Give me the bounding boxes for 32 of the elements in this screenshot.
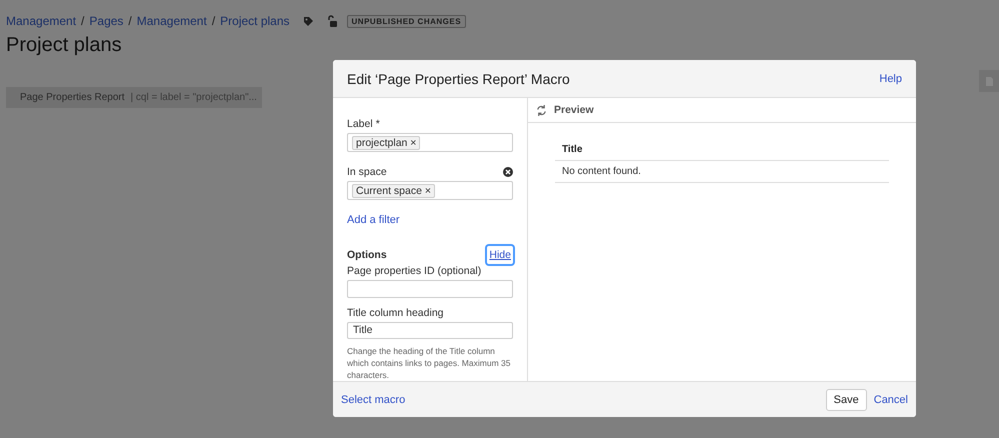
tag-icon[interactable]: [302, 16, 314, 26]
add-filter-link[interactable]: Add a filter: [347, 214, 513, 226]
dialog-title: Edit ‘Page Properties Report’ Macro: [347, 70, 570, 86]
page-title: Project plans: [6, 34, 123, 57]
tag-input-field[interactable]: Current space ×: [347, 181, 513, 200]
options-heading: Options: [347, 249, 387, 262]
breadcrumb-separator: /: [128, 14, 132, 28]
text-input-field[interactable]: Title: [347, 322, 513, 339]
empty-message: No content found.: [555, 160, 889, 182]
help-link[interactable]: Help: [879, 72, 902, 84]
unlock-icon[interactable]: [326, 15, 338, 27]
macro-name: Page Properties Report: [20, 92, 125, 103]
field-label: Page properties ID (optional): [347, 265, 482, 278]
field-hint: Change the heading of the Title column which contains links to pages. Maximum 35 characters.: [347, 345, 512, 381]
clear-icon[interactable]: [503, 167, 513, 178]
tag-input-field[interactable]: projectplan ×: [347, 133, 513, 152]
field-label: Label *: [347, 118, 380, 130]
refresh-icon[interactable]: [536, 104, 547, 116]
save-button[interactable]: Save: [826, 388, 867, 410]
tag-chip[interactable]: projectplan ×: [352, 136, 420, 150]
text-input-field[interactable]: [347, 280, 513, 298]
column-header: Title: [555, 139, 889, 160]
hide-link[interactable]: Hide: [487, 246, 513, 264]
cancel-link[interactable]: Cancel: [874, 394, 908, 406]
status-badge: UNPUBLISHED CHANGES: [346, 14, 466, 28]
breadcrumb-separator: /: [81, 14, 84, 28]
tag-chip[interactable]: Current space ×: [352, 184, 436, 198]
preview-heading: Preview: [554, 104, 594, 116]
select-macro-link[interactable]: Select macro: [341, 394, 406, 406]
breadcrumb-separator: /: [212, 14, 216, 28]
field-label: Title column heading: [347, 306, 444, 319]
field-label: In space: [347, 166, 387, 178]
